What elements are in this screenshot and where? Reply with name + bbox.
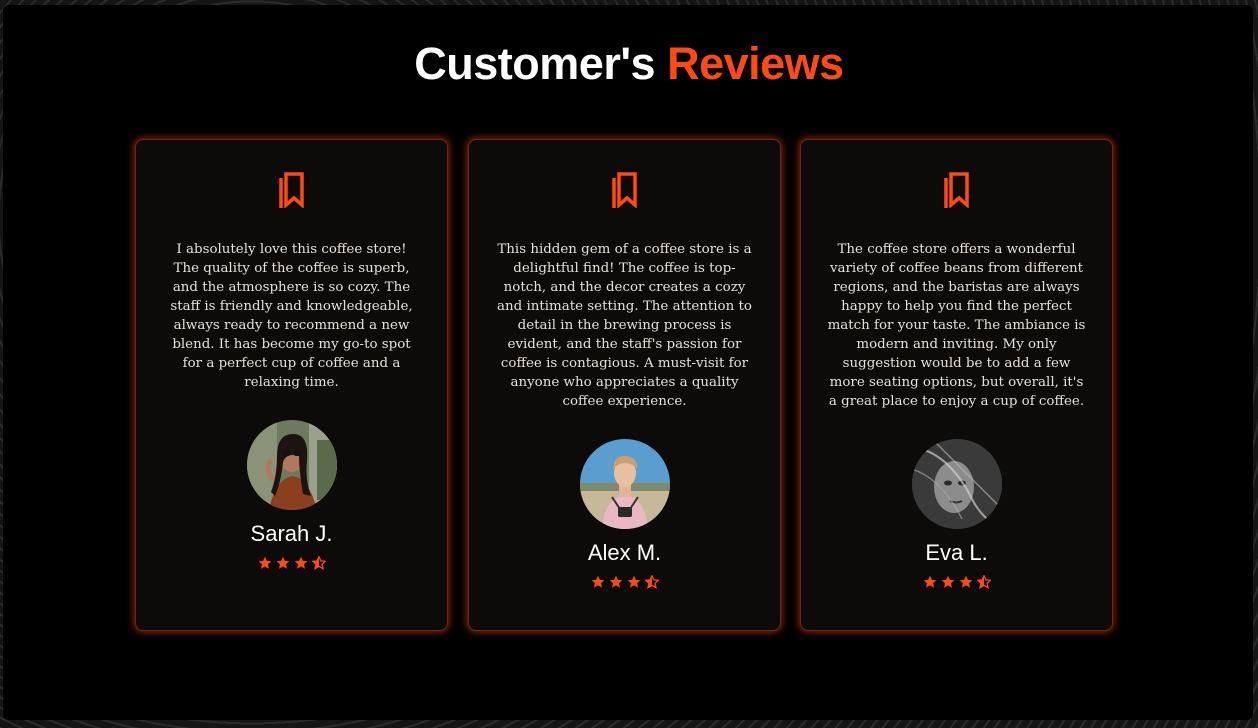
bookmark-icon: [943, 172, 969, 208]
star-icon: [294, 556, 307, 569]
avatar: [911, 439, 1002, 529]
star-icon: [591, 575, 604, 588]
review-card: I absolutely love this coffee store! The…: [135, 139, 448, 631]
review-text: This hidden gem of a coffee store is a d…: [497, 242, 752, 409]
star-icon: [959, 575, 972, 588]
bookmark-icon: [611, 172, 637, 208]
reviewer-name: Alex M.: [587, 540, 662, 565]
avatar: [246, 420, 337, 510]
star-icon: [627, 575, 640, 588]
avatar: [579, 439, 670, 529]
review-card: This hidden gem of a coffee store is a d…: [468, 139, 781, 631]
title-main: Customer's: [414, 38, 656, 89]
review-text: I absolutely love this coffee store! The…: [170, 242, 413, 390]
half-star-icon: [976, 575, 991, 589]
star-icon: [276, 556, 289, 569]
reviewer-name: Sarah J.: [250, 521, 333, 546]
half-star-icon: [644, 575, 659, 589]
star-icon: [609, 575, 622, 588]
rating-stars: [801, 575, 1112, 591]
star-icon: [923, 575, 936, 588]
rating-stars: [136, 556, 447, 572]
half-star-icon: [311, 556, 326, 570]
rating-stars: [469, 575, 780, 591]
review-text: The coffee store offers a wonderful vari…: [827, 242, 1086, 409]
bookmark-icon: [278, 172, 304, 208]
review-card: The coffee store offers a wonderful vari…: [800, 139, 1113, 631]
reviewer-name: Eva L.: [925, 540, 988, 565]
star-icon: [258, 556, 271, 569]
title-accent: Reviews: [667, 38, 844, 89]
page-title: Customer's Reviews: [0, 38, 1258, 90]
star-icon: [941, 575, 954, 588]
